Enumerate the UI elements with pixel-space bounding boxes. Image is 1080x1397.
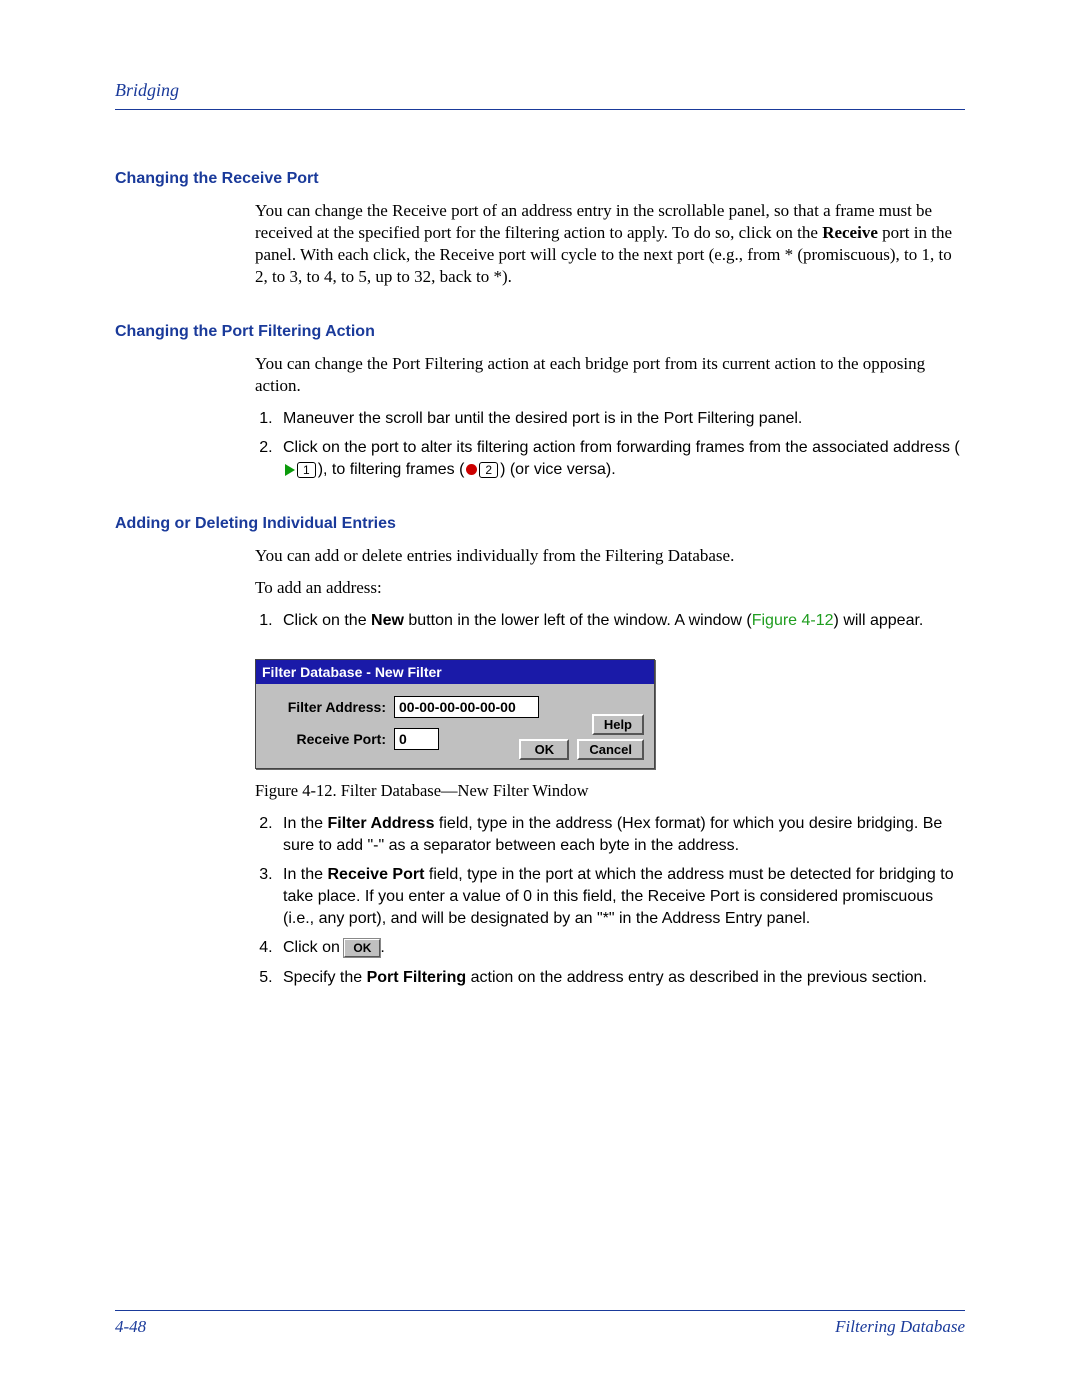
step-1: Maneuver the scroll bar until the desire… bbox=[277, 408, 965, 430]
page-footer: 4-48 Filtering Database bbox=[115, 1310, 965, 1337]
para-add-delete-2: To add an address: bbox=[255, 577, 965, 599]
cancel-button[interactable]: Cancel bbox=[577, 739, 644, 760]
add-step-4: Click on OK. bbox=[277, 937, 965, 959]
dialog-title: Filter Database - New Filter bbox=[256, 660, 654, 684]
steps-filter-action: Maneuver the scroll bar until the desire… bbox=[255, 408, 965, 481]
para-add-delete-1: You can add or delete entries individual… bbox=[255, 545, 965, 567]
step-2: Click on the port to alter its filtering… bbox=[277, 437, 965, 480]
bold-receive: Receive bbox=[822, 223, 878, 242]
step2-text-c: ) (or vice versa). bbox=[500, 461, 616, 478]
figure-dialog-wrap: Filter Database - New Filter Filter Addr… bbox=[255, 659, 965, 801]
help-button[interactable]: Help bbox=[592, 714, 644, 735]
label-filter-address: Filter Address: bbox=[266, 699, 394, 715]
filter-icon: 2 bbox=[464, 462, 500, 478]
dot-icon bbox=[466, 464, 477, 475]
step2-text-b: ), to filtering frames ( bbox=[318, 461, 465, 478]
add-step-2: In the Filter Address field, type in the… bbox=[277, 813, 965, 856]
figure-caption: Figure 4-12. Filter Database—New Filter … bbox=[255, 781, 965, 801]
steps-add: Click on the New button in the lower lef… bbox=[255, 610, 965, 632]
num-box-1: 1 bbox=[297, 462, 316, 478]
input-filter-address[interactable]: 00-00-00-00-00-00 bbox=[394, 696, 539, 718]
label-receive-port: Receive Port: bbox=[266, 731, 394, 747]
add-step-3: In the Receive Port field, type in the p… bbox=[277, 864, 965, 929]
num-box-2: 2 bbox=[479, 462, 498, 478]
header-title: Bridging bbox=[115, 80, 965, 101]
footer-section: Filtering Database bbox=[835, 1317, 965, 1337]
dialog-buttons: Help OK Cancel bbox=[519, 714, 644, 760]
heading-filter-action: Changing the Port Filtering Action bbox=[115, 323, 965, 341]
page-header: Bridging bbox=[115, 80, 965, 110]
add-step-5: Specify the Port Filtering action on the… bbox=[277, 967, 965, 989]
figure-ref: Figure 4-12 bbox=[752, 612, 834, 629]
ok-button[interactable]: OK bbox=[519, 739, 569, 760]
footer-rule bbox=[115, 1310, 965, 1311]
bold-port-filtering: Port Filtering bbox=[367, 969, 467, 986]
step2-text-a: Click on the port to alter its filtering… bbox=[283, 439, 960, 456]
heading-receive-port: Changing the Receive Port bbox=[115, 170, 965, 188]
heading-add-delete: Adding or Deleting Individual Entries bbox=[115, 515, 965, 533]
header-rule bbox=[115, 109, 965, 110]
body-add-delete: You can add or delete entries individual… bbox=[255, 545, 965, 988]
page-number: 4-48 bbox=[115, 1317, 146, 1337]
bold-filter-address: Filter Address bbox=[327, 815, 434, 832]
forward-icon: 1 bbox=[283, 462, 318, 478]
inline-ok-button[interactable]: OK bbox=[344, 939, 380, 957]
add-step-1: Click on the New button in the lower lef… bbox=[277, 610, 965, 632]
input-receive-port[interactable]: 0 bbox=[394, 728, 439, 750]
arrow-right-icon bbox=[285, 464, 295, 476]
bold-new: New bbox=[371, 612, 404, 629]
new-filter-dialog: Filter Database - New Filter Filter Addr… bbox=[255, 659, 655, 769]
para-receive-port: You can change the Receive port of an ad… bbox=[255, 200, 965, 288]
body-filter-action: You can change the Port Filtering action… bbox=[255, 353, 965, 480]
para-filter-action: You can change the Port Filtering action… bbox=[255, 353, 965, 397]
steps-add-continued: In the Filter Address field, type in the… bbox=[255, 813, 965, 988]
bold-receive-port: Receive Port bbox=[327, 866, 424, 883]
dialog-body: Filter Address: 00-00-00-00-00-00 Receiv… bbox=[256, 684, 654, 768]
body-receive-port: You can change the Receive port of an ad… bbox=[255, 200, 965, 288]
